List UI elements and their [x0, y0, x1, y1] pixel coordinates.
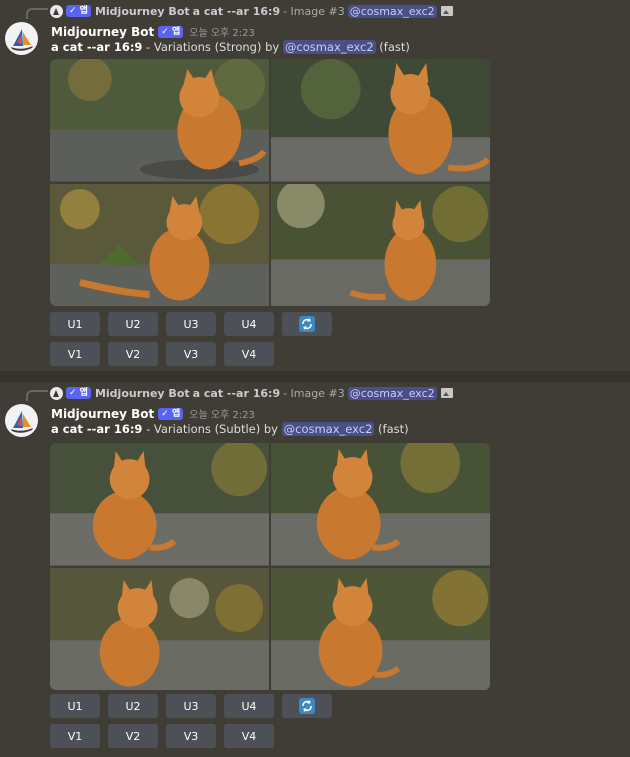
message-content: a cat --ar 16:9 - Variations (Strong) by… [51, 40, 410, 54]
app-badge: ✓ 앱 [158, 25, 184, 38]
message-2: ✓ 앱 Midjourney Bot a cat --ar 16:9 - Ima… [0, 382, 630, 757]
variation-button-row: V1 V2 V3 V4 [50, 724, 282, 748]
v4-button[interactable]: V4 [224, 724, 274, 748]
message-header: Midjourney Bot ✓ 앱 오늘 오후 2:23 [51, 23, 255, 40]
reply-reference[interactable]: ✓ 앱 Midjourney Bot a cat --ar 16:9 - Ima… [50, 385, 453, 401]
timestamp: 오늘 오후 2:23 [189, 28, 255, 39]
grid-image-1[interactable] [50, 443, 269, 566]
user-mention[interactable]: @cosmax_exc2 [281, 422, 375, 436]
app-badge: ✓ 앱 [158, 407, 184, 420]
v2-button[interactable]: V2 [108, 724, 158, 748]
v1-button[interactable]: V1 [50, 724, 100, 748]
u3-button[interactable]: U3 [166, 312, 216, 336]
message-header: Midjourney Bot ✓ 앱 오늘 오후 2:23 [51, 405, 255, 422]
v3-button[interactable]: V3 [166, 724, 216, 748]
grid-image-1[interactable] [50, 59, 269, 182]
avatar[interactable] [5, 404, 38, 437]
image-icon [440, 6, 453, 16]
grid-image-3[interactable] [50, 567, 269, 690]
reroll-button[interactable] [282, 312, 332, 336]
upscale-button-row: U1 U2 U3 U4 [50, 312, 340, 336]
u1-button[interactable]: U1 [50, 694, 100, 718]
v1-button[interactable]: V1 [50, 342, 100, 366]
grid-image-4[interactable] [271, 567, 490, 690]
reply-app-badge: ✓ 앱 [66, 5, 91, 17]
grid-image-2[interactable] [271, 59, 490, 182]
grid-image-4[interactable] [271, 183, 490, 306]
reply-avatar-icon [50, 386, 63, 400]
upscale-button-row: U1 U2 U3 U4 [50, 694, 340, 718]
reply-image-ref: - Image #3 [283, 386, 345, 400]
reply-mention[interactable]: @cosmax_exc2 [347, 386, 437, 400]
reply-app-badge: ✓ 앱 [66, 387, 91, 399]
u1-button[interactable]: U1 [50, 312, 100, 336]
variation-text: - Variations (Subtle) by [142, 422, 282, 436]
grid-image-3[interactable] [50, 183, 269, 306]
v3-button[interactable]: V3 [166, 342, 216, 366]
reply-connector [26, 8, 48, 19]
prompt-text: a cat --ar 16:9 [51, 40, 143, 54]
u4-button[interactable]: U4 [224, 312, 274, 336]
u3-button[interactable]: U3 [166, 694, 216, 718]
reply-reference[interactable]: ✓ 앱 Midjourney Bot a cat --ar 16:9 - Ima… [50, 3, 453, 19]
reply-avatar-icon [50, 4, 63, 18]
image-grid[interactable] [50, 59, 490, 306]
image-grid[interactable] [50, 443, 490, 690]
message-content: a cat --ar 16:9 - Variations (Subtle) by… [51, 422, 409, 436]
timestamp: 오늘 오후 2:23 [189, 410, 255, 421]
u2-button[interactable]: U2 [108, 694, 158, 718]
reply-prompt: a cat --ar 16:9 [192, 4, 281, 18]
reply-mention[interactable]: @cosmax_exc2 [347, 4, 437, 18]
v4-button[interactable]: V4 [224, 342, 274, 366]
u2-button[interactable]: U2 [108, 312, 158, 336]
reply-bot-name: Midjourney Bot [94, 386, 190, 400]
speed-text: (fast) [374, 422, 409, 436]
reply-image-ref: - Image #3 [283, 4, 345, 18]
username[interactable]: Midjourney Bot [51, 25, 154, 39]
speed-text: (fast) [375, 40, 410, 54]
refresh-icon [299, 316, 315, 332]
grid-image-2[interactable] [271, 443, 490, 566]
reroll-button[interactable] [282, 694, 332, 718]
variation-button-row: V1 V2 V3 V4 [50, 342, 282, 366]
reply-bot-name: Midjourney Bot [94, 4, 190, 18]
refresh-icon [299, 698, 315, 714]
avatar[interactable] [5, 22, 38, 55]
reply-connector [26, 390, 48, 401]
prompt-text: a cat --ar 16:9 [51, 422, 143, 436]
v2-button[interactable]: V2 [108, 342, 158, 366]
username[interactable]: Midjourney Bot [51, 407, 154, 421]
message-separator [0, 371, 630, 382]
u4-button[interactable]: U4 [224, 694, 274, 718]
variation-text: - Variations (Strong) by [142, 40, 283, 54]
image-icon [440, 388, 453, 398]
message-1: ✓ 앱 Midjourney Bot a cat --ar 16:9 - Ima… [0, 0, 630, 371]
reply-prompt: a cat --ar 16:9 [192, 386, 281, 400]
user-mention[interactable]: @cosmax_exc2 [282, 40, 376, 54]
